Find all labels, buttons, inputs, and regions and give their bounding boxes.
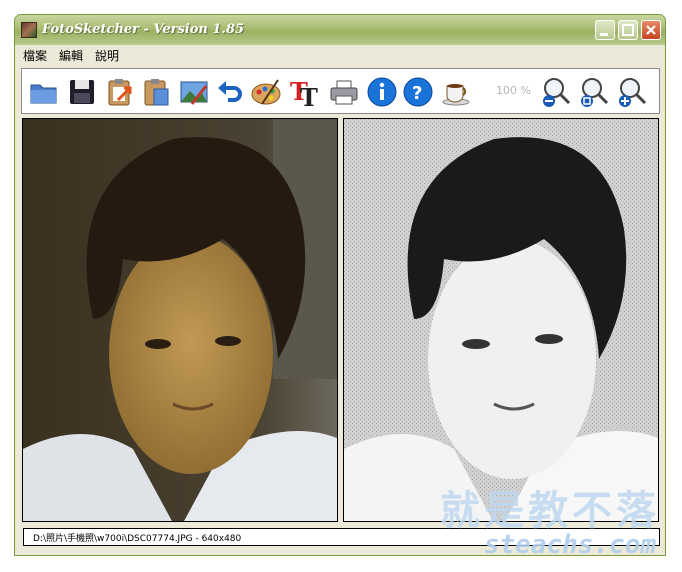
donate-button[interactable] — [440, 76, 472, 108]
file-path-status: D:\照片\手機照\w700i\DSC07774.JPG - 640x480 — [33, 534, 242, 544]
help-button[interactable]: ? — [402, 76, 434, 108]
print-button[interactable] — [328, 76, 360, 108]
text-tool-icon: T T — [290, 77, 318, 112]
watermark-chinese: 就是教不落 — [440, 487, 660, 534]
zoom-level: 100 % — [496, 84, 531, 97]
original-image-pane[interactable] — [22, 118, 338, 522]
watermark-url: steachs.com — [483, 530, 656, 560]
sketch-image-pane[interactable] — [343, 118, 659, 522]
save-disk-icon — [70, 80, 94, 104]
palette-button[interactable] — [250, 76, 282, 108]
menu-file[interactable]: 檔案 — [23, 47, 47, 64]
close-icon — [646, 25, 656, 35]
maximize-button[interactable] — [618, 20, 638, 40]
watermark: 就是教不落 steachs.com — [440, 474, 676, 564]
undo-arrow-icon — [218, 81, 242, 102]
export-clipboard-icon — [108, 79, 132, 106]
coffee-cup-icon — [442, 84, 470, 106]
info-icon — [367, 77, 397, 107]
undo-button[interactable] — [214, 76, 246, 108]
minimize-icon — [600, 33, 608, 36]
zoom-out-icon — [543, 78, 571, 107]
close-button[interactable] — [641, 20, 661, 40]
print-icon — [330, 80, 358, 105]
menu-help[interactable]: 說明 — [95, 47, 119, 64]
help-icon: ? — [403, 77, 433, 107]
title-bar[interactable]: FotoSketcher - Version 1.85 — [15, 15, 665, 45]
paste-button[interactable] — [140, 76, 172, 108]
menu-edit[interactable]: 編輯 — [59, 47, 83, 64]
menu-bar: 檔案 編輯 說明 — [15, 45, 665, 65]
open-folder-button[interactable] — [28, 76, 60, 108]
window-title: FotoSketcher - Version 1.85 — [42, 22, 245, 37]
maximize-icon — [622, 24, 634, 36]
zoom-in-button[interactable] — [616, 76, 648, 108]
minimize-button[interactable] — [595, 20, 615, 40]
zoom-in-icon — [619, 78, 647, 107]
palette-icon — [251, 79, 281, 105]
info-button[interactable] — [366, 76, 398, 108]
svg-text:T: T — [300, 83, 318, 108]
app-icon — [21, 22, 37, 38]
open-folder-icon — [30, 84, 57, 104]
save-button[interactable] — [66, 76, 98, 108]
original-photo — [23, 119, 337, 521]
zoom-out-button[interactable] — [540, 76, 572, 108]
toolbar: T T ? 100 % — [21, 68, 660, 114]
text-tool-button[interactable]: T T — [288, 76, 320, 112]
copy-to-clipboard-button[interactable] — [104, 76, 136, 108]
edit-picture-icon — [180, 81, 208, 105]
zoom-fit-button[interactable] — [578, 76, 610, 108]
sketch-preview — [344, 119, 658, 521]
zoom-fit-icon — [581, 78, 609, 107]
edit-picture-button[interactable] — [178, 76, 210, 108]
paste-clipboard-icon — [144, 79, 169, 106]
svg-text:?: ? — [412, 83, 422, 104]
